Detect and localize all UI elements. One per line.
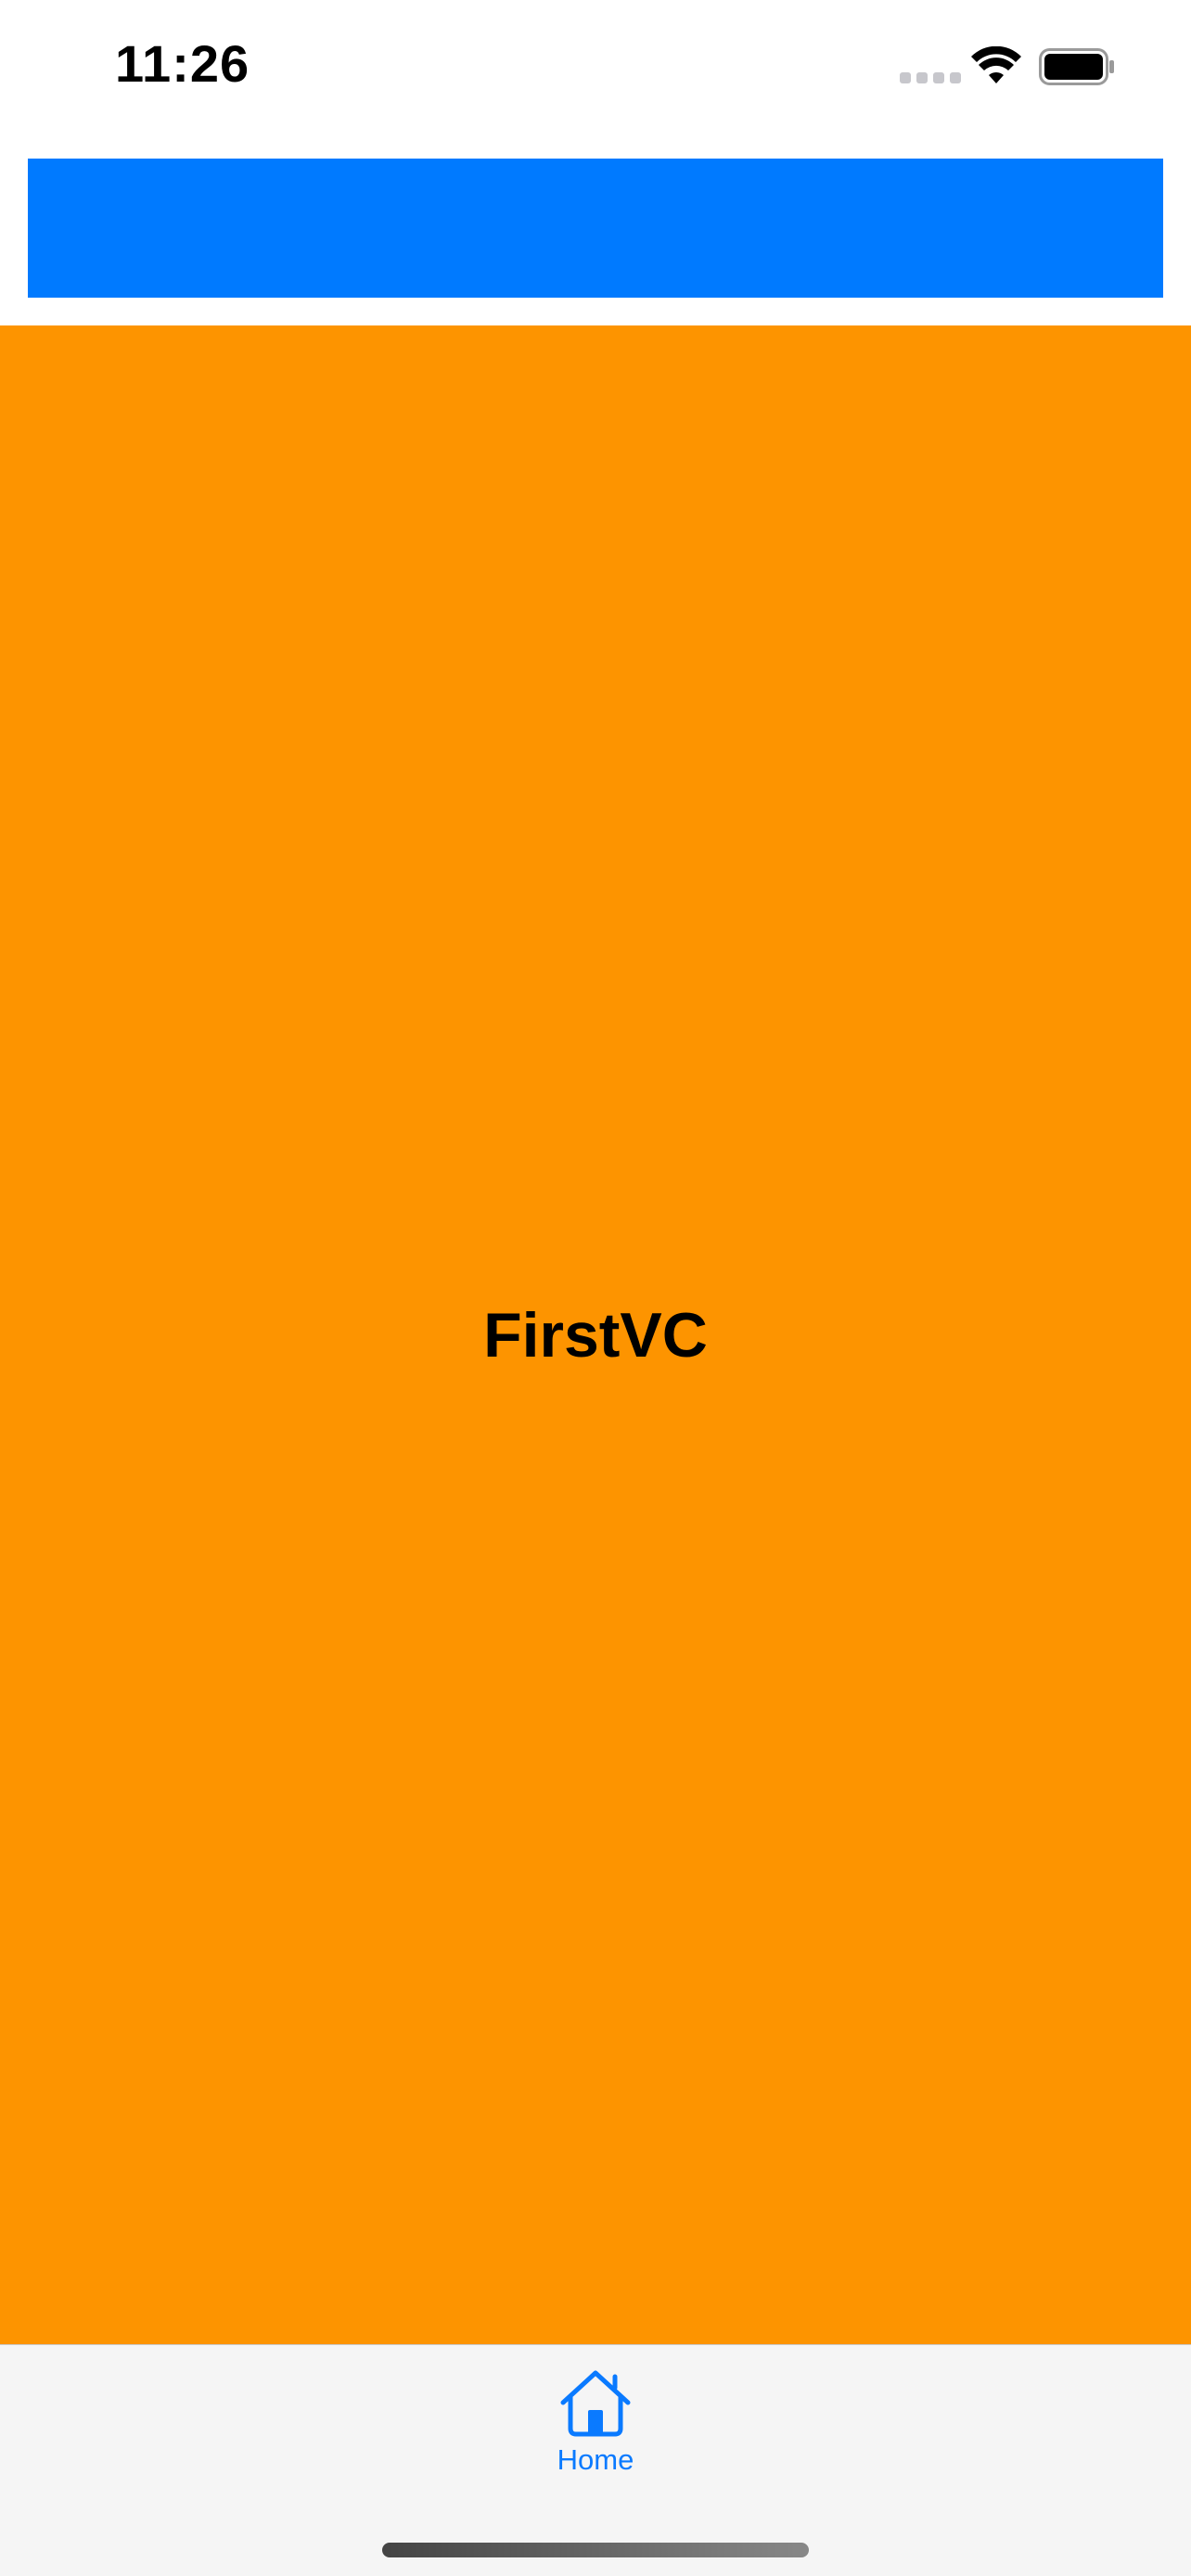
wifi-icon xyxy=(971,46,1021,83)
home-indicator xyxy=(382,2543,809,2557)
tab-home-label: Home xyxy=(557,2443,634,2476)
status-bar: 11:26 xyxy=(0,0,1191,139)
house-icon xyxy=(560,2370,631,2437)
battery-icon xyxy=(1039,48,1114,85)
cellular-signal-icon xyxy=(900,72,961,83)
status-time: 11:26 xyxy=(115,34,250,93)
content-view: FirstVC xyxy=(0,325,1191,2344)
content-title: FirstVC xyxy=(483,1299,708,1371)
tab-home[interactable]: Home xyxy=(521,2367,670,2506)
tab-bar: Home xyxy=(0,2344,1191,2576)
header-bar xyxy=(28,159,1163,298)
app-screen: 11:26 FirstVC Home xyxy=(0,0,1191,2576)
